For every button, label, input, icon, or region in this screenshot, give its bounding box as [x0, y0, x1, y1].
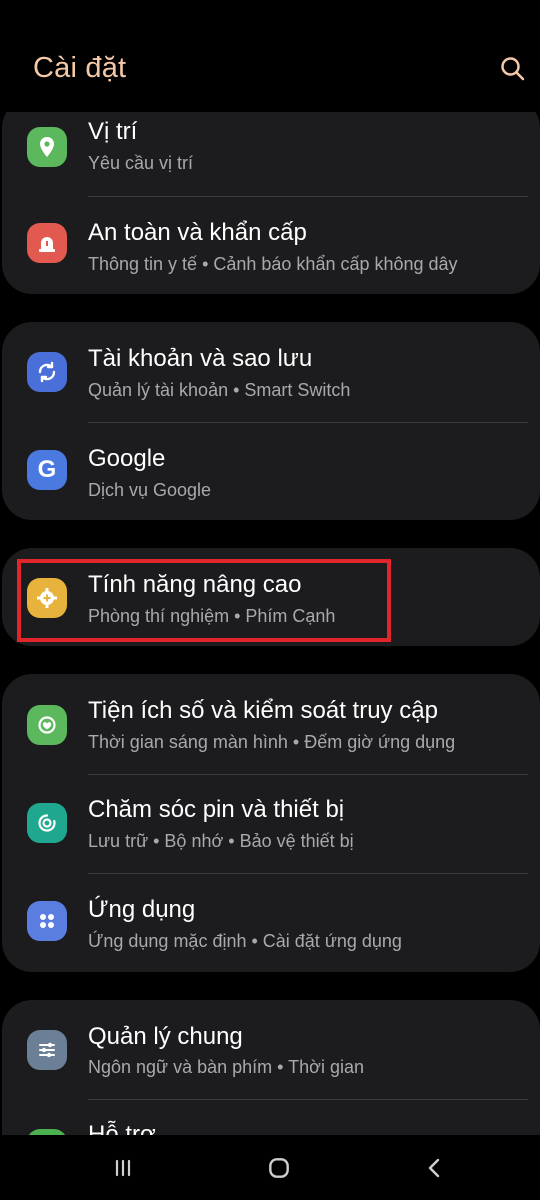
apps-grid-icon	[27, 901, 67, 941]
page-title: Cài đặt	[33, 52, 127, 84]
settings-item-battery-device-care[interactable]: Chăm sóc pin và thiết bị Lưu trữ • Bộ nh…	[2, 774, 540, 874]
settings-item-accounts-backup[interactable]: Tài khoản và sao lưu Quản lý tài khoản •…	[2, 322, 540, 422]
settings-list[interactable]: Vị trí Yêu cầu vị trí An toàn và khẩn cấ…	[0, 0, 540, 1135]
item-title: Google	[88, 445, 166, 472]
item-subtitle: Yêu cầu vị trí	[88, 153, 194, 173]
item-subtitle: Thời gian sáng màn hình • Đếm giờ ứng dụ…	[88, 732, 456, 752]
item-subtitle: Dịch vụ Google	[88, 480, 212, 500]
settings-item-safety-emergency[interactable]: An toàn và khẩn cấp Thông tin y tế • Cản…	[2, 198, 540, 294]
home-button[interactable]	[259, 1153, 299, 1183]
sliders-icon	[27, 1030, 67, 1070]
item-title: Chăm sóc pin và thiết bị	[88, 796, 345, 823]
item-subtitle: Quản lý tài khoản • Smart Switch	[88, 380, 351, 400]
app-header: Cài đặt	[0, 0, 540, 112]
item-title: Vị trí	[88, 118, 138, 145]
search-icon[interactable]	[498, 54, 528, 84]
item-title: An toàn và khẩn cấp	[88, 219, 307, 246]
home-icon	[269, 1158, 289, 1178]
highlight-box	[17, 559, 391, 642]
settings-item-support[interactable]: Hỗ trợ	[2, 1099, 540, 1135]
system-navigation-bar	[0, 1135, 540, 1200]
settings-group-5: Quản lý chung Ngôn ngữ và bàn phím • Thờ…	[2, 1000, 540, 1135]
recents-icon	[115, 1159, 131, 1177]
item-subtitle: Thông tin y tế • Cảnh báo khẩn cấp không…	[88, 254, 458, 274]
settings-item-digital-wellbeing[interactable]: Tiện ích số và kiểm soát truy cập Thời g…	[2, 674, 540, 774]
device-care-icon	[27, 803, 67, 843]
back-icon	[428, 1158, 440, 1178]
settings-item-apps[interactable]: Ứng dụng Ứng dụng mặc định • Cài đặt ứng…	[2, 873, 540, 972]
settings-item-general-management[interactable]: Quản lý chung Ngôn ngữ và bàn phím • Thờ…	[2, 1000, 540, 1100]
divider	[88, 196, 528, 197]
item-title: Hỗ trợ	[88, 1121, 156, 1135]
settings-group-1: Vị trí Yêu cầu vị trí An toàn và khẩn cấ…	[2, 98, 540, 294]
item-subtitle: Lưu trữ • Bộ nhớ • Bảo vệ thiết bị	[88, 831, 354, 851]
sync-arrows-icon	[27, 352, 67, 392]
location-pin-icon	[27, 127, 67, 167]
item-title: Tài khoản và sao lưu	[88, 345, 313, 372]
emergency-siren-icon	[27, 223, 67, 263]
item-subtitle: Ngôn ngữ và bàn phím • Thời gian	[88, 1057, 364, 1077]
back-button[interactable]	[415, 1153, 455, 1183]
item-title: Tiện ích số và kiểm soát truy cập	[88, 697, 438, 724]
item-title: Quản lý chung	[88, 1023, 243, 1050]
settings-item-google[interactable]: G Google Dịch vụ Google	[2, 422, 540, 520]
google-g-icon: G	[27, 450, 67, 490]
settings-group-4: Tiện ích số và kiểm soát truy cập Thời g…	[2, 674, 540, 972]
item-title: Ứng dụng	[88, 896, 196, 923]
digital-wellbeing-icon	[27, 705, 67, 745]
item-subtitle: Ứng dụng mặc định • Cài đặt ứng dụng	[88, 931, 402, 951]
settings-group-2: Tài khoản và sao lưu Quản lý tài khoản •…	[2, 322, 540, 520]
settings-item-location[interactable]: Vị trí Yêu cầu vị trí	[2, 98, 540, 198]
recents-button[interactable]	[103, 1153, 143, 1183]
